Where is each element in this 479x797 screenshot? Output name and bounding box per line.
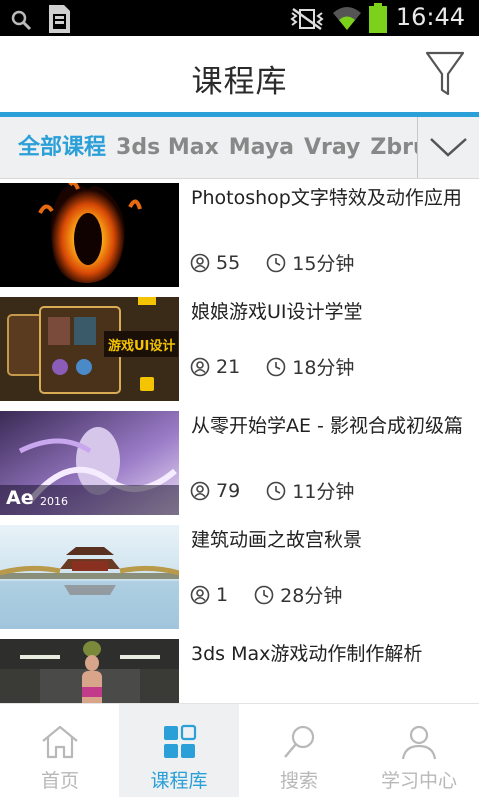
course-thumbnail: Ae 2016	[0, 411, 179, 515]
course-thumbnail	[0, 183, 179, 287]
wifi-icon	[333, 7, 361, 30]
course-item[interactable]: Photoshop文字特效及动作应用 55 15分钟	[0, 179, 479, 294]
tab-maya[interactable]: Maya	[229, 117, 294, 178]
course-meta: 1 28分钟	[190, 581, 362, 609]
expand-categories-button[interactable]	[417, 117, 479, 178]
course-meta: 79 11分钟	[190, 477, 374, 505]
tab-zbrush[interactable]: Zbrus	[370, 117, 417, 178]
course-item[interactable]: 建筑动画之故宫秋景 1 28分钟	[0, 521, 479, 636]
course-thumbnail	[0, 639, 179, 703]
nav-home-label: 首页	[40, 770, 79, 792]
nav-learning-center-label: 学习中心	[380, 770, 457, 792]
bottom-navigation: 首页 课程库 搜索 学习中心	[0, 703, 479, 797]
student-count: 21	[216, 355, 241, 378]
category-tabs: 全部课程3ds MaxMayaVrayZbrus	[0, 117, 479, 179]
user-icon	[401, 725, 437, 760]
nav-search-label: 搜索	[279, 770, 318, 792]
tab-all-courses[interactable]: 全部课程	[18, 117, 106, 178]
course-duration: 18分钟	[292, 357, 355, 379]
clock: 16:44	[395, 3, 465, 31]
nav-learning-center[interactable]: 学习中心	[359, 704, 479, 797]
home-icon	[42, 725, 78, 759]
course-title: 建筑动画之故宫秋景	[191, 529, 363, 551]
clock-icon	[266, 253, 286, 272]
chevron-down-icon	[430, 138, 467, 157]
student-count: 79	[216, 479, 241, 502]
course-title: 从零开始学AE - 影视合成初级篇	[191, 415, 463, 437]
thumbnail-caption: 游戏UI设计	[108, 339, 176, 354]
user-count-icon	[190, 481, 210, 500]
course-title: 3ds Max游戏动作制作解析	[191, 643, 423, 665]
app-header: 课程库	[0, 36, 479, 113]
course-title: Photoshop文字特效及动作应用	[191, 187, 462, 209]
nav-home[interactable]: 首页	[0, 704, 120, 797]
course-duration: 15分钟	[292, 253, 355, 275]
mute-vibrate-icon	[290, 7, 324, 31]
course-thumbnail	[0, 525, 179, 629]
search-status-icon	[11, 10, 32, 31]
clock-icon	[266, 357, 286, 376]
nav-course-library-label: 课程库	[150, 770, 208, 792]
course-title: 娘娘游戏UI设计学堂	[191, 301, 363, 323]
course-meta: 21 18分钟	[190, 353, 374, 381]
sd-card-icon	[49, 5, 70, 33]
grid-icon	[164, 724, 197, 758]
course-duration: 11分钟	[292, 481, 355, 503]
student-count: 1	[216, 583, 229, 606]
tab-3ds-max[interactable]: 3ds Max	[116, 117, 219, 178]
nav-search[interactable]: 搜索	[239, 704, 359, 797]
search-icon	[284, 725, 315, 758]
course-item[interactable]: 3ds Max游戏动作制作解析	[0, 635, 479, 703]
thumbnail-year: 2016	[40, 495, 68, 508]
course-duration: 28分钟	[280, 585, 343, 607]
tab-vray[interactable]: Vray	[304, 117, 360, 178]
course-item[interactable]: Ae 2016 从零开始学AE - 影视合成初级篇 79 11分钟	[0, 407, 479, 522]
course-thumbnail: 游戏UI设计	[0, 297, 179, 401]
ae-logo-text: Ae	[6, 487, 34, 509]
clock-icon	[266, 481, 286, 500]
battery-icon	[369, 3, 387, 33]
user-count-icon	[190, 357, 210, 376]
course-item[interactable]: 游戏UI设计 娘娘游戏UI设计学堂 21 18分钟	[0, 293, 479, 408]
clock-icon	[254, 585, 274, 604]
user-count-icon	[190, 585, 210, 604]
filter-icon[interactable]	[425, 50, 465, 98]
course-meta: 55 15分钟	[190, 249, 374, 277]
category-scroll[interactable]: 全部课程3ds MaxMayaVrayZbrus	[0, 117, 417, 178]
student-count: 55	[216, 251, 241, 274]
course-list[interactable]: Photoshop文字特效及动作应用 55 15分钟 游戏UI设计 娘娘游戏UI…	[0, 179, 479, 703]
status-bar: 16:44	[0, 0, 479, 36]
page-title: 课程库	[191, 64, 288, 100]
user-count-icon	[190, 253, 210, 272]
nav-course-library[interactable]: 课程库	[119, 704, 239, 797]
